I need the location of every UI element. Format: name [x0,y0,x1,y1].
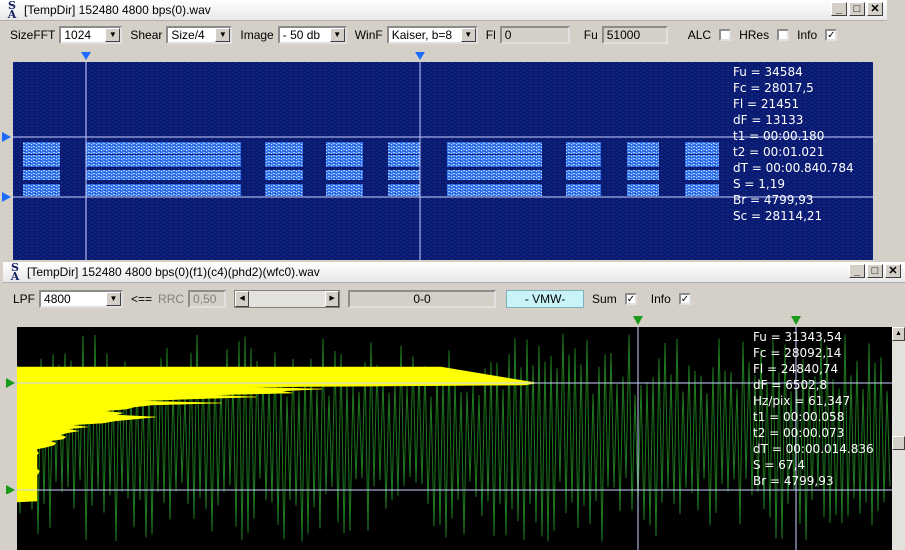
info-label: Info [797,28,818,42]
shear-value: Size/4 [171,28,205,42]
spectrogram-window: SA [TempDir] 152480 4800 bps(0).wav _ □ … [0,0,887,262]
cursor-marker-left-2[interactable] [2,192,11,202]
info-line-sc: Sc = 28114,21 [733,209,823,223]
chevron-right-icon[interactable]: ▶ [325,291,340,307]
alc-checkbox[interactable] [719,29,732,41]
cursor-marker-left-1[interactable] [6,378,15,388]
maximize-icon[interactable]: □ [867,264,883,278]
chevron-down-icon[interactable]: ▼ [329,28,345,42]
image-select[interactable]: - 50 db ▼ [277,26,347,44]
maximize-icon[interactable]: □ [849,2,865,16]
chevron-left-icon[interactable]: ◀ [235,291,250,307]
info-checkbox[interactable]: ✓ [678,293,691,305]
alc-label: ALC [687,28,712,42]
image-label: Image [240,28,274,42]
window2-title: [TempDir] 152480 4800 bps(0)(f1)(c4)(phd… [27,265,320,279]
fu-label: Fu [583,28,598,42]
shear-select[interactable]: Size/4 ▼ [166,26,233,44]
cursor-marker-left-1[interactable] [2,132,11,142]
minimize-icon[interactable]: _ [831,2,847,16]
sum-label: Sum [592,292,617,306]
window1-titlebar[interactable]: SA [TempDir] 152480 4800 bps(0).wav _ □ … [0,0,887,21]
winf-select[interactable]: Kaiser, b=8 ▼ [386,26,478,44]
window1-markers [2,52,425,202]
sum-checkbox[interactable]: ✓ [624,293,637,305]
chevron-down-icon[interactable]: ▼ [460,28,476,42]
range-display: 0-0 [348,290,497,308]
cursor-marker-top-1[interactable] [633,316,643,325]
lpf-label: LPF [13,292,36,306]
cursor-marker-top-2[interactable] [415,52,425,60]
chevron-down-icon[interactable]: ▼ [215,28,231,42]
fu-field[interactable]: 51000 [601,26,668,44]
fl-label: Fl [485,28,496,42]
window1-toolbar: SizeFFT 1024 ▼ Shear Size/4 ▼ Image - 50 d… [0,24,887,46]
info-label: Info [650,292,671,306]
image-value: - 50 db [282,28,321,42]
apply-arrow-label[interactable]: <== [131,292,152,306]
window2-markers [6,316,801,494]
chevron-down-icon[interactable]: ▼ [105,28,121,42]
waveform-window: SA [TempDir] 152480 4800 bps(0)(f1)(c4)(… [3,262,905,550]
cursor-marker-left-2[interactable] [6,485,15,494]
info-checkbox[interactable]: ✓ [825,29,838,41]
hres-label: HRes [739,28,770,42]
sizefft-value: 1024 [64,28,92,42]
rrc-field[interactable]: 0,50 [188,290,227,308]
sa-logo-icon: SA [7,0,17,21]
shear-label: Shear [130,28,163,42]
window2-toolbar: LPF 4800 ▼ <== RRC 0,50 ◀ ▶ 0-0 - VMW- Su… [3,288,905,310]
cursor-marker-top-1[interactable] [81,52,91,60]
mode-display[interactable]: - VMW- [506,290,585,308]
close-icon[interactable]: ✕ [867,2,883,16]
sa-logo-icon: SA [10,261,20,283]
fl-field[interactable]: 0 [499,26,570,44]
minimize-icon[interactable]: _ [849,264,865,278]
window2-titlebar[interactable]: SA [TempDir] 152480 4800 bps(0)(f1)(c4)(… [3,262,905,283]
rrc-slider[interactable]: ◀ ▶ [234,290,341,308]
window1-title: [TempDir] 152480 4800 bps(0).wav [24,3,211,17]
cursor-marker-top-2[interactable] [791,316,801,325]
sizefft-label: SizeFFT [10,28,56,42]
hres-checkbox[interactable] [777,29,790,41]
winf-value: Kaiser, b=8 [391,28,453,42]
lpf-select[interactable]: 4800 ▼ [39,290,124,308]
sizefft-select[interactable]: 1024 ▼ [59,26,123,44]
lpf-value: 4800 [44,292,71,306]
rrc-label: RRC [158,292,185,306]
winf-label: WinF [354,28,383,42]
close-icon[interactable]: ✕ [885,264,901,278]
chevron-down-icon[interactable]: ▼ [106,292,122,306]
